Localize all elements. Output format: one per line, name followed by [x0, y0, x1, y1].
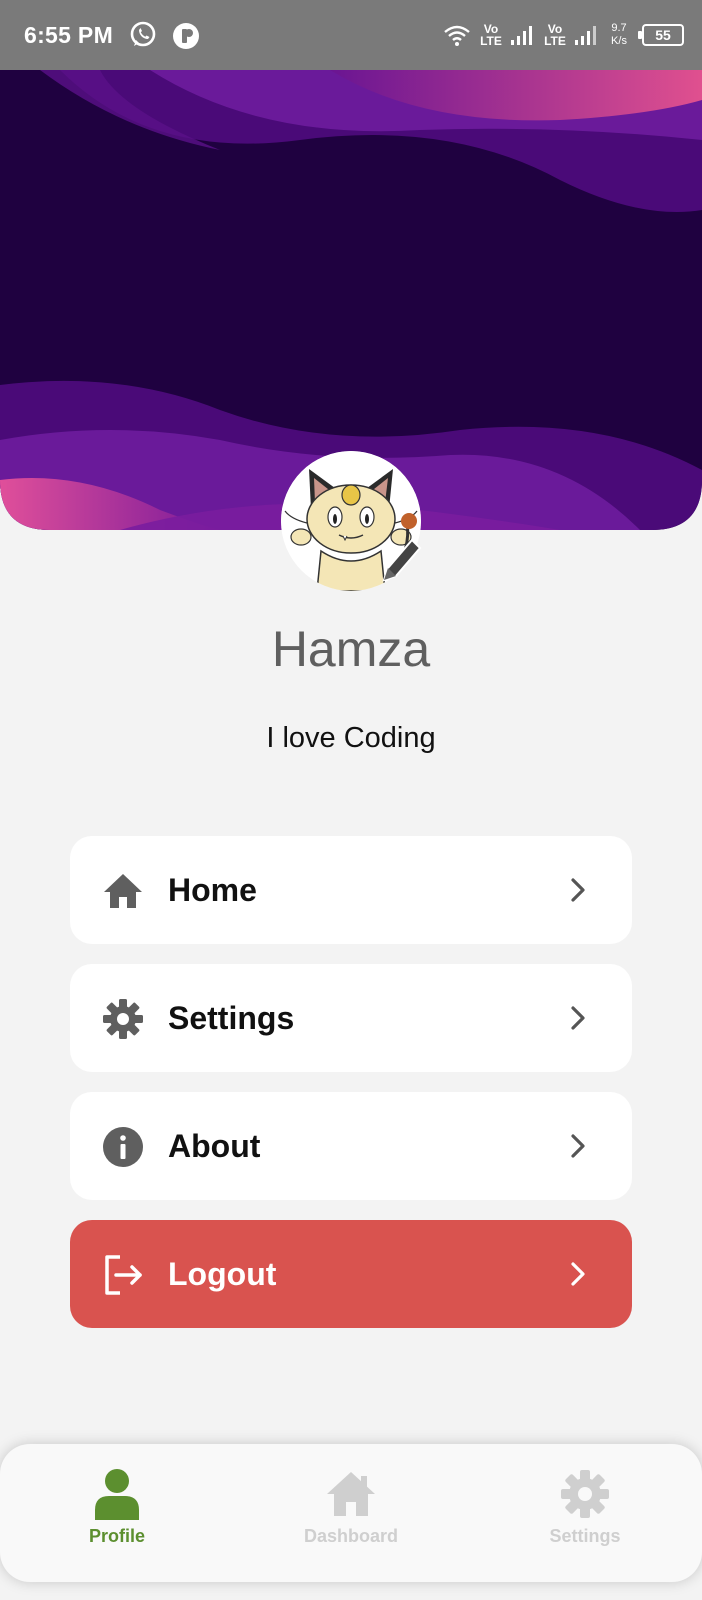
speed-value: 9.7: [611, 22, 627, 34]
home-icon: [327, 1472, 375, 1516]
menu-item-label: Settings: [168, 1000, 295, 1036]
menu-item-label: Home: [168, 872, 257, 908]
menu-item-about[interactable]: About: [70, 1092, 632, 1200]
menu-item-home[interactable]: Home: [70, 836, 632, 944]
speed-unit: K/s: [611, 35, 627, 47]
chevron-right-icon: [571, 1262, 585, 1286]
menu-item-label: About: [168, 1128, 261, 1164]
chevron-right-icon: [571, 1006, 585, 1030]
whatsapp-icon: [130, 21, 156, 47]
signal-icon-2: [575, 26, 596, 45]
network-speed: 9.7 K/s: [606, 22, 632, 48]
logout-icon: [105, 1255, 142, 1295]
wifi-icon: [444, 25, 470, 46]
signal-icon: [511, 26, 532, 45]
status-time: 6:55 PM: [24, 22, 114, 48]
edit-pencil-icon[interactable]: [376, 532, 424, 588]
nav-label: Dashboard: [303, 1526, 399, 1546]
home-icon: [104, 874, 142, 908]
gear-icon: [561, 1470, 609, 1518]
profile-name: Hamza: [271, 621, 431, 677]
chevron-right-icon: [571, 1134, 585, 1158]
person-icon: [95, 1469, 139, 1520]
pin-icon: [173, 23, 199, 49]
menu-item-logout[interactable]: Logout: [70, 1220, 632, 1328]
bottom-nav: Profile Dashboard Settings: [0, 1444, 702, 1582]
nav-label: Settings: [549, 1526, 621, 1546]
nav-item-dashboard[interactable]: Dashboard: [266, 1468, 436, 1568]
volte-indicator-2: Vo LTE: [544, 22, 566, 48]
menu-item-settings[interactable]: Settings: [70, 964, 632, 1072]
profile-bio: I love Coding: [266, 722, 436, 754]
status-bar: 6:55 PM Vo LTE Vo LTE 9.7 K/s 55: [0, 0, 702, 70]
nav-label: Profile: [88, 1526, 145, 1546]
info-icon: [103, 1127, 143, 1167]
nav-item-profile[interactable]: Profile: [32, 1468, 202, 1568]
gear-icon: [103, 999, 143, 1039]
battery-icon: 55: [638, 24, 684, 46]
nav-item-settings[interactable]: Settings: [500, 1468, 670, 1568]
status-right: Vo LTE Vo LTE 9.7 K/s 55: [442, 18, 684, 52]
menu-item-label: Logout: [168, 1256, 277, 1292]
volte-indicator: Vo LTE: [480, 22, 502, 48]
chevron-right-icon: [571, 878, 585, 902]
